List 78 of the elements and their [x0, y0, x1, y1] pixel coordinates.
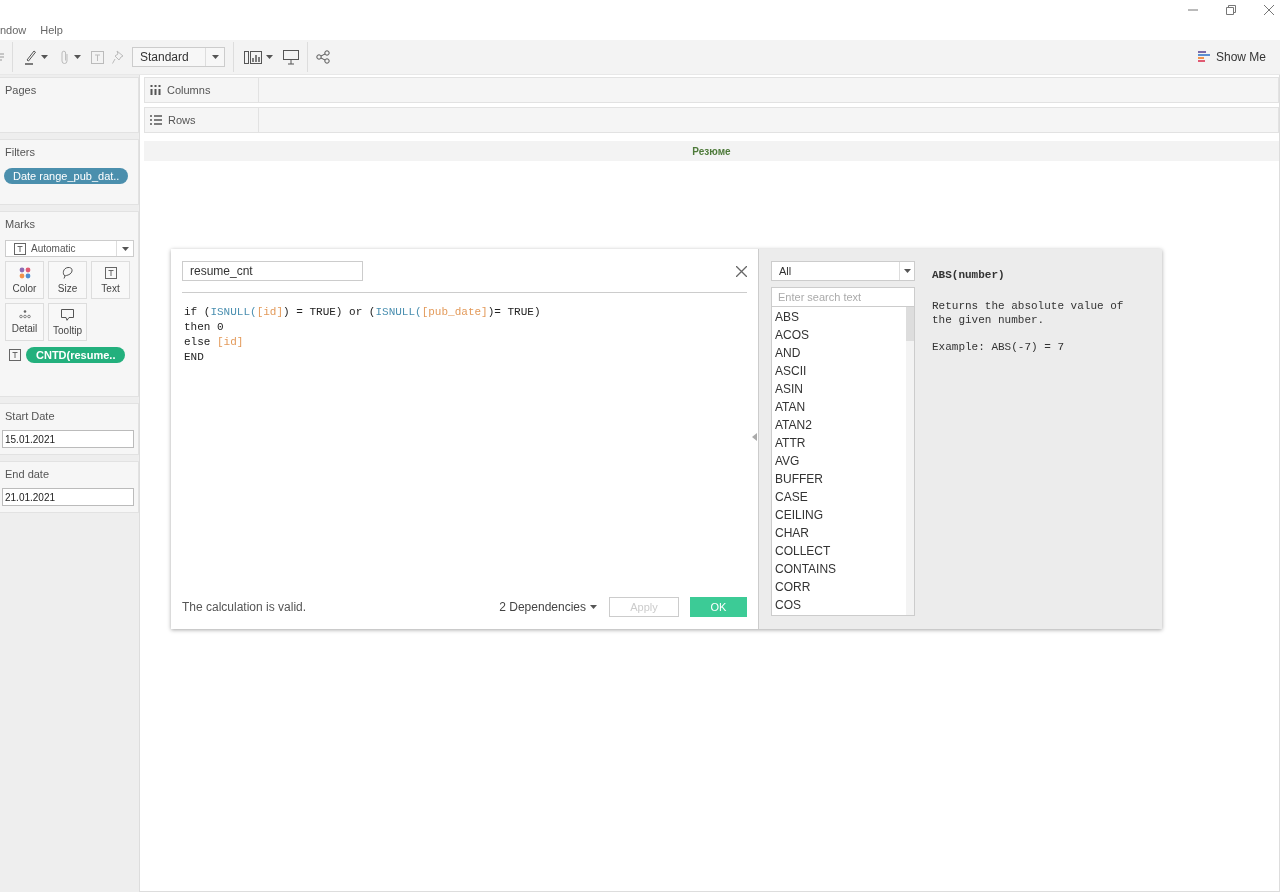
scrollbar-thumb[interactable] — [906, 307, 914, 341]
function-item[interactable]: ASCII — [772, 362, 906, 380]
menu-item[interactable]: Help — [40, 24, 63, 36]
caret-icon — [121, 246, 129, 251]
function-item[interactable]: CEILING — [772, 506, 906, 524]
pen-icon — [23, 49, 37, 65]
restore-icon[interactable] — [1226, 5, 1236, 15]
function-item[interactable]: AVG — [772, 452, 906, 470]
lasso-icon — [61, 266, 74, 279]
bars-icon — [1197, 50, 1210, 64]
pages-title: Pages — [5, 84, 38, 96]
caret-icon — [74, 55, 81, 59]
collapse-arrow-icon[interactable] — [752, 433, 757, 441]
function-item[interactable]: ASIN — [772, 380, 906, 398]
filter-pill[interactable]: Date range_pub_dat.. — [4, 168, 129, 184]
chart-type-button[interactable] — [242, 48, 275, 66]
mark-card[interactable]: Detail — [5, 303, 44, 341]
function-item[interactable]: ABS — [772, 308, 906, 326]
function-item[interactable]: AND — [772, 344, 906, 362]
shelf-label: Rows — [145, 108, 259, 132]
color-dots-icon — [18, 266, 31, 279]
speech-bubble-icon — [61, 308, 74, 321]
caret-icon — [903, 269, 911, 273]
function-item[interactable]: COS — [772, 596, 906, 614]
mark-card[interactable]: Size — [48, 261, 87, 299]
mark-type-dropdown[interactable]: Automatic — [5, 240, 134, 257]
parameter-title: End date — [5, 468, 51, 480]
function-item[interactable]: CHAR — [772, 524, 906, 542]
function-item[interactable]: ATAN2 — [772, 416, 906, 434]
search-field[interactable]: Enter search text — [771, 287, 915, 307]
code-line: then 0 — [184, 320, 225, 335]
shelf-label: Columns — [145, 78, 259, 102]
mark-card[interactable]: Tooltip — [48, 303, 87, 341]
function-item[interactable]: BUFFER — [772, 470, 906, 488]
parameter-title: Start Date — [5, 410, 56, 422]
function-item[interactable]: CONTAINS — [772, 560, 906, 578]
caret-icon — [41, 55, 48, 59]
caret-icon — [266, 55, 273, 59]
function-item[interactable]: ATAN — [772, 398, 906, 416]
share-icon[interactable] — [316, 50, 330, 64]
rows-icon — [150, 115, 162, 125]
dependencies-button[interactable]: 2 Dependencies — [499, 600, 597, 614]
show-me-button[interactable]: Show Me — [1191, 49, 1272, 65]
paperclip-icon — [60, 49, 70, 65]
text-box-icon — [104, 266, 117, 279]
mark-card[interactable]: Color — [5, 261, 44, 299]
function-item[interactable]: COLLECT — [772, 542, 906, 560]
menu-item[interactable]: ndow — [0, 24, 27, 36]
function-item[interactable]: CORR — [772, 578, 906, 596]
function-description: Returns the absolute value of the given number. — [932, 299, 1125, 327]
code-line: END — [184, 350, 205, 365]
filters-title: Filters — [5, 146, 36, 158]
close-icon[interactable] — [1264, 5, 1274, 15]
columns-icon — [150, 85, 161, 95]
view-header: Резюме — [144, 141, 1279, 161]
bar-chart-icon — [244, 50, 262, 64]
parameter-field[interactable]: 15.01.2021 — [2, 430, 134, 448]
function-signature: ABS(number) — [932, 269, 1006, 281]
parameter-field[interactable]: 21.01.2021 — [2, 488, 134, 506]
code-line: if (ISNULL([id]) = TRUE) or (ISNULL([pub_date])= TRUE) — [184, 305, 542, 320]
function-item[interactable]: CASE — [772, 488, 906, 506]
text-box-icon — [9, 349, 21, 361]
view-size-dropdown[interactable]: Standard — [132, 47, 225, 67]
function-item[interactable]: ATTR — [772, 434, 906, 452]
code-line: else [id] — [184, 335, 245, 350]
marks-title: Marks — [5, 218, 36, 230]
status-text: The calculation is valid. — [182, 600, 307, 614]
close-icon[interactable] — [736, 265, 747, 277]
caret-icon — [211, 55, 219, 59]
function-example: Example: ABS(-7) = 7 — [932, 341, 1066, 353]
presentation-icon[interactable] — [283, 49, 299, 65]
caret-icon — [590, 605, 597, 609]
function-item[interactable]: ACOS — [772, 326, 906, 344]
text-box-icon — [14, 242, 26, 255]
category-dropdown[interactable]: All — [771, 261, 915, 281]
dots-icon — [18, 310, 31, 319]
mark-card[interactable]: Text — [91, 261, 130, 299]
calculation-name-field[interactable]: resume_cnt — [182, 261, 363, 281]
